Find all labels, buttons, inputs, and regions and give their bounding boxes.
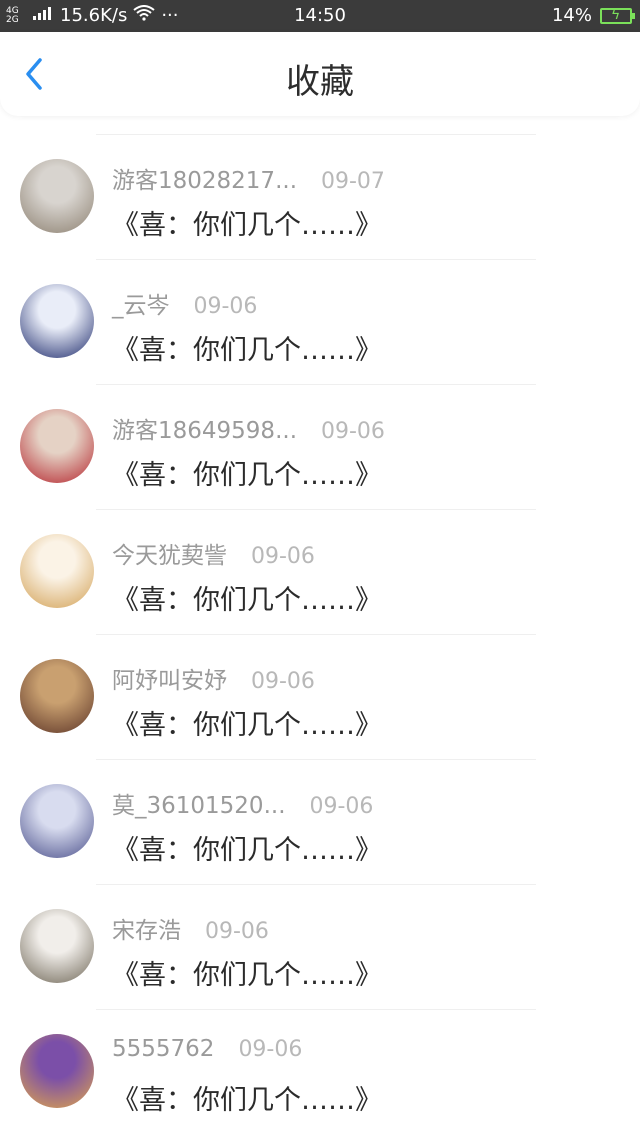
user-name: 5555762 [112, 1036, 215, 1062]
item-meta: 宋存浩 09-06 [112, 911, 269, 944]
avatar[interactable] [20, 1034, 94, 1108]
avatar[interactable] [20, 159, 94, 233]
list-item[interactable]: 宋存浩 09-06 《喜：你们几个……》 [0, 885, 640, 1009]
avatar[interactable] [20, 409, 94, 483]
status-bar: 4G 2G 15.6K/s ··· 14:50 14% ϟ [0, 0, 640, 32]
item-date: 09-06 [193, 294, 258, 319]
avatar[interactable] [20, 534, 94, 608]
avatar[interactable] [20, 784, 94, 858]
item-title: 《喜：你们几个……》 [112, 585, 382, 616]
list-item[interactable]: _云岑 09-06 《喜：你们几个……》 [0, 260, 640, 384]
item-meta: _云岑 09-06 [112, 286, 258, 319]
item-meta: 游客18649598... 09-06 [112, 411, 385, 444]
status-right: 14% ϟ [551, 5, 635, 26]
avatar[interactable] [20, 659, 94, 733]
favorites-list: 游客18028217... 09-07 《喜：你们几个……》 _云岑 09-06 《喜：你… [0, 134, 640, 1134]
item-meta: 阿妤叫安妤 09-06 [112, 661, 315, 694]
item-date: 09-06 [251, 544, 315, 569]
item-title: 《喜：你们几个……》 [112, 835, 382, 866]
list-item[interactable]: 游客18028217... 09-07 《喜：你们几个……》 [0, 135, 640, 259]
item-title: 《喜：你们几个……》 [112, 460, 382, 491]
page-title: 收藏 [286, 62, 354, 102]
item-date: 09-07 [321, 169, 385, 194]
battery-percent: 14% [551, 5, 592, 26]
item-title: 《喜：你们几个……》 [112, 1085, 382, 1116]
list-item[interactable]: 莫_36101520... 09-06 《喜：你们几个……》 [0, 760, 640, 884]
user-name: 游客18649598... [112, 418, 297, 444]
item-meta: 游客18028217... 09-07 [112, 161, 385, 194]
user-name: 宋存浩 [112, 918, 181, 944]
user-name: 莫_36101520... [112, 793, 286, 819]
status-time: 14:50 [294, 5, 346, 26]
item-meta: 今天犹葜訾 09-06 [112, 536, 315, 569]
user-name: _云岑 [112, 293, 170, 319]
item-date: 09-06 [238, 1037, 303, 1062]
item-date: 09-06 [205, 919, 269, 944]
item-title: 《喜：你们几个……》 [112, 710, 382, 741]
user-name: 今天犹葜訾 [112, 543, 227, 569]
user-name: 游客18028217... [112, 168, 297, 194]
list-item[interactable]: 今天犹葜訾 09-06 《喜：你们几个……》 [0, 510, 640, 634]
user-name: 阿妤叫安妤 [112, 668, 227, 694]
avatar[interactable] [20, 909, 94, 983]
list-item[interactable]: 阿妤叫安妤 09-06 《喜：你们几个……》 [0, 635, 640, 759]
item-title: 《喜：你们几个……》 [112, 210, 382, 241]
avatar[interactable] [20, 284, 94, 358]
item-meta: 莫_36101520... 09-06 [112, 786, 374, 819]
list-item[interactable]: 5555762 09-06 《喜：你们几个……》 [0, 1010, 640, 1134]
item-date: 09-06 [251, 669, 315, 694]
list-item[interactable]: 游客18649598... 09-06 《喜：你们几个……》 [0, 385, 640, 509]
item-date: 09-06 [309, 794, 374, 819]
item-title: 《喜：你们几个……》 [112, 960, 382, 991]
battery-icon: ϟ [600, 7, 635, 24]
item-date: 09-06 [321, 419, 385, 444]
item-meta: 5555762 09-06 [112, 1036, 302, 1066]
header: 收藏 [0, 32, 640, 116]
item-title: 《喜：你们几个……》 [112, 335, 382, 366]
